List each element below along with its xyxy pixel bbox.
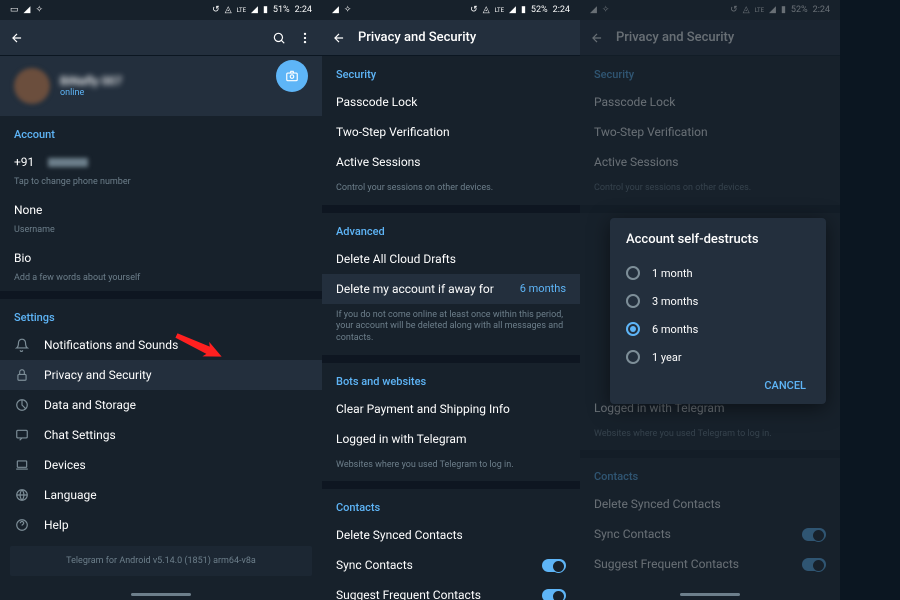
suggest-contacts-row[interactable]: Suggest Frequent Contacts xyxy=(322,580,580,600)
status-bar: ▭ ◢ ✧ ↺ ◬ LTE ◢ ▮ 51% 2:24 xyxy=(0,0,322,20)
topbar xyxy=(0,20,322,56)
send-icon: ◢ xyxy=(24,5,31,15)
twostep-row[interactable]: Two-Step Verification xyxy=(322,117,580,147)
topbar: Privacy and Security xyxy=(322,20,580,56)
profile-status: online xyxy=(60,88,122,98)
battery-icon: ▮ xyxy=(263,5,268,15)
self-destruct-dialog: Account self-destructs 1 month 3 months … xyxy=(610,218,826,404)
advanced-desc: If you do not come online at least once … xyxy=(322,304,580,355)
security-desc: Control your sessions on other devices. xyxy=(322,177,580,205)
battery-pct: 51% xyxy=(273,5,290,15)
security-label: Security xyxy=(322,56,580,87)
username-sub: Username xyxy=(0,225,322,243)
sync-contacts-row[interactable]: Sync Contacts xyxy=(580,519,840,549)
wifi-icon: ◬ xyxy=(225,5,232,15)
phone-row[interactable]: +91 xyxy=(0,147,322,177)
delete-account-row[interactable]: Delete my account if away for6 months xyxy=(322,274,580,304)
call-icon: ↺ xyxy=(212,5,220,15)
status-bar: ◢✧ ↺◬LTE◢▮52%2:24 xyxy=(322,0,580,20)
profile-header[interactable]: BiNafly 007 online xyxy=(0,56,322,116)
search-icon[interactable] xyxy=(272,31,286,45)
settings-label: Settings xyxy=(0,299,322,330)
radio-icon xyxy=(626,322,640,336)
suggest-contacts-row[interactable]: Suggest Frequent Contacts xyxy=(580,549,840,579)
sidebar-item-help[interactable]: Help xyxy=(0,510,322,540)
radio-icon xyxy=(626,266,640,280)
radio-1year[interactable]: 1 year xyxy=(626,343,810,371)
profile-name: BiNafly 007 xyxy=(60,74,122,88)
notif-icon: ▭ xyxy=(10,5,19,15)
delete-contacts-row[interactable]: Delete Synced Contacts xyxy=(580,489,840,519)
nav-pill[interactable] xyxy=(680,593,740,596)
camera-fab[interactable] xyxy=(276,60,308,92)
radio-3months[interactable]: 3 months xyxy=(626,287,810,315)
bell-icon xyxy=(14,338,30,352)
misc-icon: ✧ xyxy=(35,5,43,15)
chat-icon xyxy=(14,428,30,442)
topbar: Privacy and Security xyxy=(580,20,840,56)
passcode-row[interactable]: Passcode Lock xyxy=(580,87,840,117)
suggest-toggle[interactable] xyxy=(542,589,566,600)
bots-label: Bots and websites xyxy=(322,363,580,394)
sidebar-item-language[interactable]: Language xyxy=(0,480,322,510)
suggest-toggle[interactable] xyxy=(802,558,826,571)
page-title: Privacy and Security xyxy=(358,30,570,45)
dialog-panel: ◢✧ ↺◬LTE◢▮52%2:24 Privacy and Security S… xyxy=(580,0,840,600)
sync-toggle[interactable] xyxy=(542,559,566,572)
twostep-row[interactable]: Two-Step Verification xyxy=(580,117,840,147)
settings-panel: ▭ ◢ ✧ ↺ ◬ LTE ◢ ▮ 51% 2:24 BiNafly 007 o… xyxy=(0,0,322,600)
security-label: Security xyxy=(580,56,840,87)
page-title: Privacy and Security xyxy=(616,30,830,45)
signal-icon: ◢ xyxy=(251,5,258,15)
sidebar-item-privacy[interactable]: Privacy and Security xyxy=(0,360,322,390)
dialog-title: Account self-destructs xyxy=(626,232,810,247)
pie-icon xyxy=(14,398,30,412)
radio-icon xyxy=(626,350,640,364)
sidebar-item-chat[interactable]: Chat Settings xyxy=(0,420,322,450)
status-bar: ◢✧ ↺◬LTE◢▮52%2:24 xyxy=(580,0,840,20)
bots-desc: Websites where you used Telegram to log … xyxy=(322,454,580,482)
logged-in-row[interactable]: Logged in with Telegram xyxy=(322,424,580,454)
sidebar-item-notifications[interactable]: Notifications and Sounds xyxy=(0,330,322,360)
version-label: Telegram for Android v5.14.0 (1851) arm6… xyxy=(10,546,312,576)
back-icon[interactable] xyxy=(590,31,604,45)
nav-pill[interactable] xyxy=(131,593,191,596)
back-icon[interactable] xyxy=(332,31,346,45)
delete-drafts-row[interactable]: Delete All Cloud Drafts xyxy=(322,244,580,274)
sidebar-item-data[interactable]: Data and Storage xyxy=(0,390,322,420)
globe-icon xyxy=(14,488,30,502)
laptop-icon xyxy=(14,458,30,472)
username-row[interactable]: None xyxy=(0,195,322,225)
radio-6months[interactable]: 6 months xyxy=(626,315,810,343)
clear-payment-row[interactable]: Clear Payment and Shipping Info xyxy=(322,394,580,424)
radio-1month[interactable]: 1 month xyxy=(626,259,810,287)
contacts-label: Contacts xyxy=(322,489,580,520)
phone-sub: Tap to change phone number xyxy=(0,177,322,195)
bio-row[interactable]: Bio xyxy=(0,243,322,273)
sessions-row[interactable]: Active Sessions xyxy=(580,147,840,177)
cancel-button[interactable]: CANCEL xyxy=(626,371,810,396)
help-icon xyxy=(14,518,30,532)
sync-contacts-row[interactable]: Sync Contacts xyxy=(322,550,580,580)
sync-toggle[interactable] xyxy=(802,528,826,541)
delete-account-value: 6 months xyxy=(520,282,566,295)
lock-icon xyxy=(14,368,30,382)
net-label: LTE xyxy=(237,7,246,14)
sessions-row[interactable]: Active Sessions xyxy=(322,147,580,177)
sidebar-item-devices[interactable]: Devices xyxy=(0,450,322,480)
more-icon[interactable] xyxy=(298,31,312,45)
bio-sub: Add a few words about yourself xyxy=(0,273,322,291)
account-label: Account xyxy=(0,116,322,147)
contacts-label: Contacts xyxy=(580,458,840,489)
bots-desc: Websites where you used Telegram to log … xyxy=(580,423,840,451)
privacy-panel: ◢✧ ↺◬LTE◢▮52%2:24 Privacy and Security S… xyxy=(322,0,580,600)
radio-icon xyxy=(626,294,640,308)
avatar xyxy=(14,68,50,104)
security-desc: Control your sessions on other devices. xyxy=(580,177,840,205)
advanced-label: Advanced xyxy=(322,213,580,244)
back-icon[interactable] xyxy=(10,31,24,45)
delete-contacts-row[interactable]: Delete Synced Contacts xyxy=(322,520,580,550)
clock: 2:24 xyxy=(295,5,312,15)
passcode-row[interactable]: Passcode Lock xyxy=(322,87,580,117)
